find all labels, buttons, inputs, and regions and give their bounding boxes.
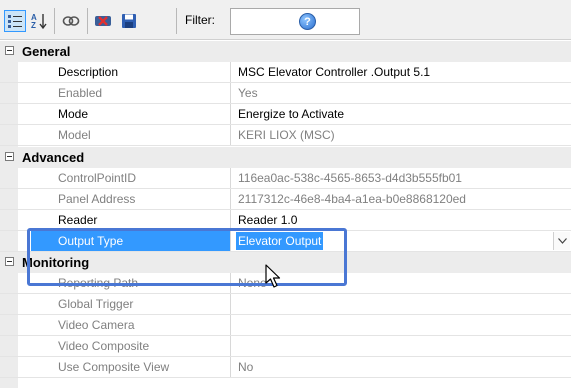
property-name: ControlPointID (58, 171, 137, 185)
property-row-video-composite[interactable]: Video Composite (0, 336, 571, 357)
property-name: Panel Address (58, 192, 136, 206)
toolbar-separator (176, 8, 177, 34)
property-value: 116ea0ac-538c-4565-8653-d4d3b555fb01 (238, 171, 462, 185)
property-name: Enabled (58, 86, 103, 100)
property-value[interactable]: Energize to Activate (238, 107, 344, 121)
link-icon[interactable] (60, 10, 82, 32)
property-name-cell: Model (31, 125, 231, 145)
mouse-cursor-icon (265, 264, 281, 288)
collapse-icon[interactable] (5, 46, 14, 55)
dropdown-arrow-icon[interactable] (553, 232, 570, 250)
property-name: Mode (58, 107, 89, 121)
property-row-description[interactable]: Description MSC Elevator Controller .Out… (0, 62, 571, 83)
filter-input[interactable] (230, 8, 360, 35)
property-row-enabled[interactable]: Enabled Yes (0, 83, 571, 104)
filter-label: Filter: (185, 13, 215, 27)
property-name-cell: Video Composite (31, 336, 231, 356)
save-icon[interactable] (118, 10, 140, 32)
property-row-use-composite-view[interactable]: Use Composite View No (0, 357, 571, 378)
property-name-cell: Enabled (31, 83, 231, 103)
property-value: No (238, 360, 254, 374)
sort-alphabetical-icon[interactable]: A Z (28, 10, 50, 32)
property-name: Global Trigger (58, 297, 134, 311)
property-row-panel-address[interactable]: Panel Address 2117312c-46e8-4ba4-a1ea-b0… (0, 189, 571, 210)
help-icon[interactable]: ? (299, 13, 316, 30)
property-row-mode[interactable]: Mode Energize to Activate (0, 104, 571, 125)
property-name-cell: Reader (31, 210, 231, 230)
property-value: KERI LIOX (MSC) (238, 128, 335, 142)
property-row-global-trigger[interactable]: Global Trigger (0, 294, 571, 315)
property-name-cell: Use Composite View (31, 357, 231, 377)
svg-text:Z: Z (31, 21, 36, 30)
property-name: Use Composite View (58, 360, 170, 374)
property-name-cell: Global Trigger (31, 294, 231, 314)
property-name: Video Composite (58, 339, 150, 353)
collapse-icon[interactable] (5, 257, 14, 266)
property-value[interactable]: Reader 1.0 (238, 213, 297, 227)
property-grid: General Description MSC Elevator Control… (0, 41, 571, 388)
property-value: Yes (238, 86, 258, 100)
property-name: Video Camera (58, 318, 135, 332)
toolbar-separator (87, 8, 88, 34)
property-name-cell: Mode (31, 104, 231, 124)
property-name: Description (58, 65, 119, 79)
delete-icon[interactable] (92, 10, 114, 32)
property-name-cell: ControlPointID (31, 168, 231, 188)
property-row-model[interactable]: Model KERI LIOX (MSC) (0, 125, 571, 146)
property-row-controlpointid[interactable]: ControlPointID 116ea0ac-538c-4565-8653-d… (0, 168, 571, 189)
highlight-box (27, 228, 347, 286)
toolbar-separator (54, 8, 55, 34)
category-label: General (22, 44, 71, 59)
property-name: Model (58, 128, 91, 142)
collapse-icon[interactable] (5, 152, 14, 161)
property-value: 2117312c-46e8-4ba4-a1ea-b0e8868120ed (238, 192, 466, 206)
property-row-video-camera[interactable]: Video Camera (0, 315, 571, 336)
property-value[interactable]: MSC Elevator Controller .Output 5.1 (238, 65, 430, 79)
property-name: Reader (58, 213, 98, 227)
categorized-view-icon[interactable] (4, 10, 26, 32)
property-name-cell: Video Camera (31, 315, 231, 335)
property-toolbar: A Z Filter: ? (0, 0, 571, 40)
category-label: Advanced (22, 150, 85, 165)
property-name-cell: Panel Address (31, 189, 231, 209)
category-advanced[interactable]: Advanced (0, 147, 571, 168)
category-general[interactable]: General (0, 41, 571, 62)
property-name-cell: Description (31, 62, 231, 82)
